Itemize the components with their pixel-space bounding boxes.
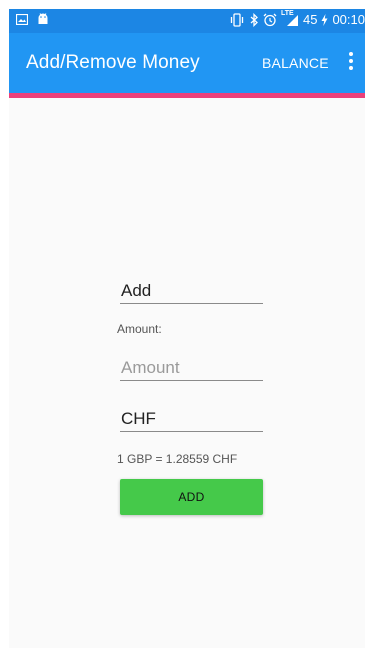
amount-label: Amount:: [117, 322, 162, 336]
more-vert-icon[interactable]: [341, 52, 361, 74]
page-title: Add/Remove Money: [26, 52, 200, 73]
status-bar: LTE 45 00:10: [9, 9, 365, 33]
android-icon: [38, 13, 48, 24]
app-bar: Add/Remove Money BALANCE: [9, 33, 365, 93]
add-button[interactable]: ADD: [120, 479, 263, 515]
signal-icon: [286, 14, 298, 26]
bluetooth-icon: [250, 12, 258, 27]
amount-input[interactable]: Amount: [120, 356, 263, 381]
image-icon: [16, 13, 28, 25]
app-screen: LTE 45 00:10 Add/Remove Money BALANCE Ad…: [9, 9, 365, 648]
vibrate-icon: [230, 12, 244, 27]
clock: 00:10: [332, 12, 365, 27]
accent-divider: [9, 93, 365, 98]
charging-icon: [321, 13, 328, 26]
currency-select[interactable]: CHF: [120, 407, 263, 432]
action-select[interactable]: Add: [120, 279, 263, 304]
alarm-icon: [263, 13, 277, 26]
battery-level: 45: [302, 12, 318, 27]
balance-button[interactable]: BALANCE: [262, 33, 329, 93]
exchange-rate-text: 1 GBP = 1.28559 CHF: [117, 452, 238, 466]
